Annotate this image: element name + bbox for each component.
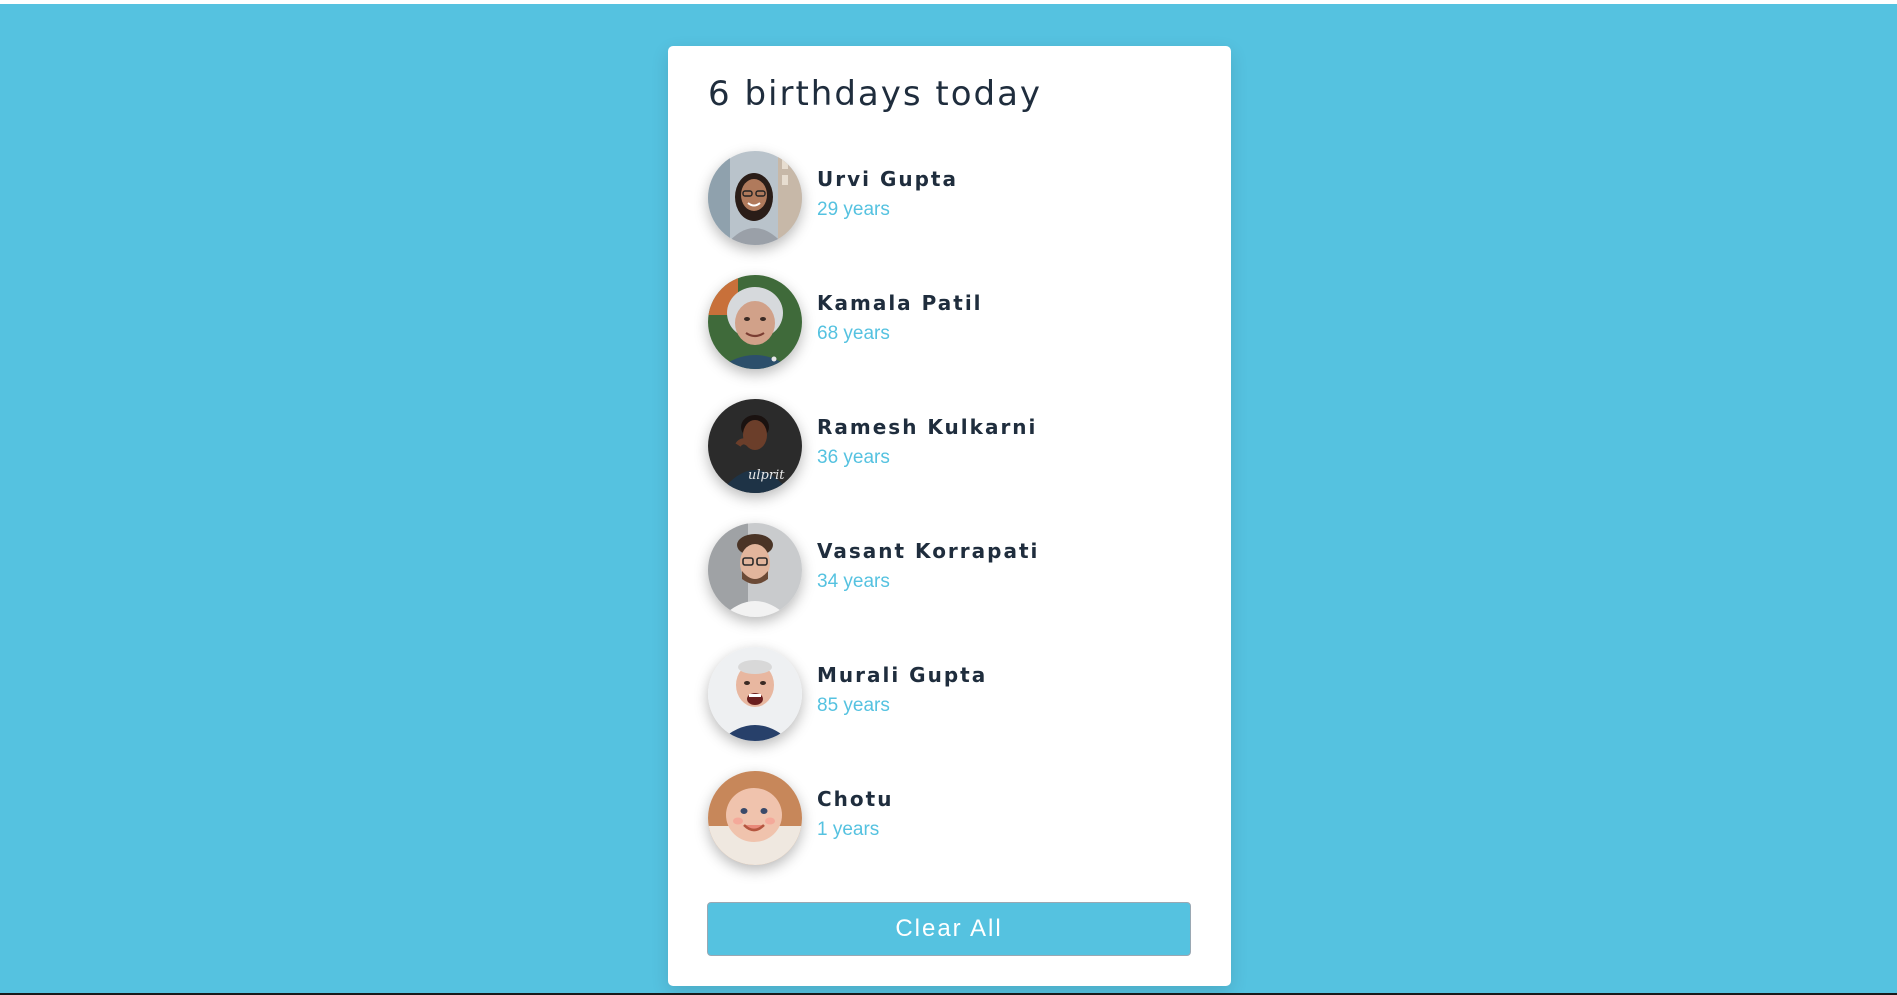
avatar: [708, 275, 802, 369]
person-name: Ramesh Kulkarni: [817, 415, 1038, 439]
person-name: Chotu: [817, 787, 894, 811]
person-name: Murali Gupta: [817, 663, 988, 687]
birthday-count-heading: 6 birthdays today: [708, 74, 1043, 114]
person-age: 85 years: [817, 695, 890, 716]
person-name: Vasant Korrapati: [817, 539, 1040, 563]
person-age: 34 years: [817, 571, 890, 592]
portrait-image: [708, 523, 802, 617]
person-age: 29 years: [817, 199, 890, 220]
birthday-card: 6 birthdays today Urvi Gupta 29 years Ka…: [668, 46, 1231, 986]
clear-all-button[interactable]: Clear All: [707, 902, 1191, 956]
portrait-image: ulprit: [708, 399, 802, 493]
person-item: Vasant Korrapati 34 years: [708, 523, 1188, 617]
avatar: ulprit: [708, 399, 802, 493]
svg-text:ulprit: ulprit: [748, 468, 785, 483]
person-age: 36 years: [817, 447, 890, 468]
person-item: Kamala Patil 68 years: [708, 275, 1188, 369]
person-item: Chotu 1 years: [708, 771, 1188, 865]
portrait-image: [708, 275, 802, 369]
person-age: 68 years: [817, 323, 890, 344]
portrait-image: [708, 151, 802, 245]
portrait-image: [708, 647, 802, 741]
person-item: ulprit Ramesh Kulkarni 36 years: [708, 399, 1188, 493]
person-item: Murali Gupta 85 years: [708, 647, 1188, 741]
person-item: Urvi Gupta 29 years: [708, 151, 1188, 245]
avatar: [708, 647, 802, 741]
avatar: [708, 523, 802, 617]
person-age: 1 years: [817, 819, 880, 840]
person-name: Kamala Patil: [817, 291, 983, 315]
avatar: [708, 151, 802, 245]
avatar: [708, 771, 802, 865]
person-name: Urvi Gupta: [817, 167, 958, 191]
portrait-image: [708, 771, 802, 865]
